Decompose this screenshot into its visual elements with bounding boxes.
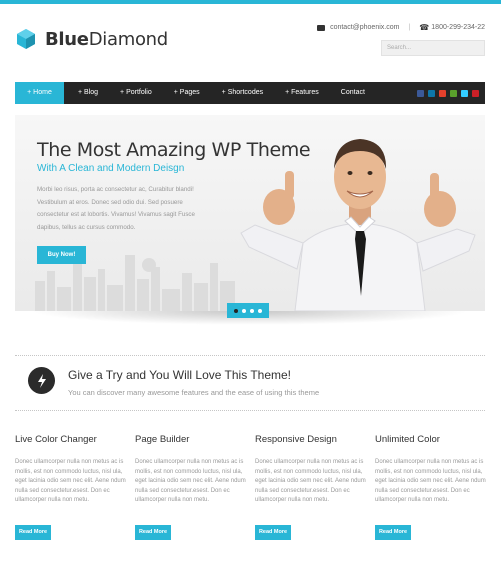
read-more-button[interactable]: Read More [255, 525, 291, 540]
contact-separator: | [408, 24, 411, 31]
search-input[interactable]: Search... [381, 40, 485, 56]
feature-title: Unlimited Color [375, 434, 440, 445]
main-nav: + Home + Blog + Portfolio + Pages + Shor… [15, 82, 485, 104]
promo-subtitle: You can discover many awesome features a… [68, 388, 320, 397]
mail-icon [317, 24, 326, 31]
diamond-logo-icon [17, 29, 35, 49]
feature-title: Responsive Design [255, 434, 337, 445]
feature-text: Donec ullamcorper nulla non metus ac is … [15, 459, 126, 503]
nav-item-pages[interactable]: + Pages [163, 82, 211, 104]
twitter-icon[interactable] [461, 89, 468, 97]
pinterest-icon[interactable] [472, 89, 479, 97]
feature-text: Donec ullamcorper nulla non metus ac is … [135, 459, 246, 503]
feature-responsive-design: Responsive Design Donec ullamcorper null… [255, 434, 367, 540]
contact-email[interactable]: contact@phoenix.com [330, 24, 399, 31]
divider-bottom [15, 410, 485, 411]
slide-dot-2[interactable] [242, 308, 246, 313]
read-more-button[interactable]: Read More [135, 525, 171, 540]
hero-slider: The Most Amazing WP Theme With A Clean a… [15, 115, 485, 311]
social-icons [413, 89, 485, 97]
slide-dot-4[interactable] [258, 308, 262, 313]
read-more-button[interactable]: Read More [15, 525, 51, 540]
buy-now-button[interactable]: Buy Now! [37, 246, 86, 264]
feature-title: Page Builder [135, 434, 190, 445]
feature-text: Donec ullamcorper nulla non metus ac is … [375, 459, 486, 503]
feature-text: Donec ullamcorper nulla non metus ac is … [255, 459, 366, 503]
nav-item-shortcodes[interactable]: + Shortcodes [211, 82, 274, 104]
hero-body-text: Morbi leo risus, porta ac consectetur ac… [37, 186, 195, 231]
feature-title: Live Color Changer [15, 434, 97, 445]
nav-item-contact[interactable]: Contact [330, 82, 376, 104]
lightning-icon [28, 367, 55, 394]
slider-pagination [227, 303, 269, 318]
facebook-icon[interactable] [417, 89, 424, 97]
read-more-button[interactable]: Read More [375, 525, 411, 540]
top-accent-bar [0, 0, 501, 4]
linkedin-icon[interactable] [428, 89, 435, 97]
youtube-icon[interactable] [439, 89, 446, 97]
hero-subtitle: With A Clean and Modern Deisgn [37, 163, 185, 174]
feature-live-color-changer: Live Color Changer Donec ullamcorper nul… [15, 434, 127, 540]
brand-name: BlueDiamond [45, 28, 168, 50]
contact-row: contact@phoenix.com | ☎ 1800-299-234-22 [317, 23, 485, 32]
slide-dot-3[interactable] [250, 308, 254, 313]
nav-item-portfolio[interactable]: + Portfolio [109, 82, 163, 104]
logo[interactable]: BlueDiamond [15, 28, 168, 50]
feature-unlimited-color: Unlimited Color Donec ullamcorper nulla … [375, 434, 487, 540]
promo-title: Give a Try and You Will Love This Theme! [68, 368, 292, 382]
man-thumbs-up-image [240, 139, 476, 311]
nav-item-blog[interactable]: + Blog [67, 82, 109, 104]
divider-top [15, 355, 485, 356]
feature-page-builder: Page Builder Donec ullamcorper nulla non… [135, 434, 247, 540]
phone-icon: ☎ [419, 23, 430, 32]
nav-item-features[interactable]: + Features [274, 82, 330, 104]
contact-phone: 1800-299-234-22 [431, 24, 485, 31]
nav-item-home[interactable]: + Home [15, 82, 64, 104]
slide-dot-1[interactable] [234, 308, 238, 313]
flickr-icon[interactable] [450, 89, 457, 97]
